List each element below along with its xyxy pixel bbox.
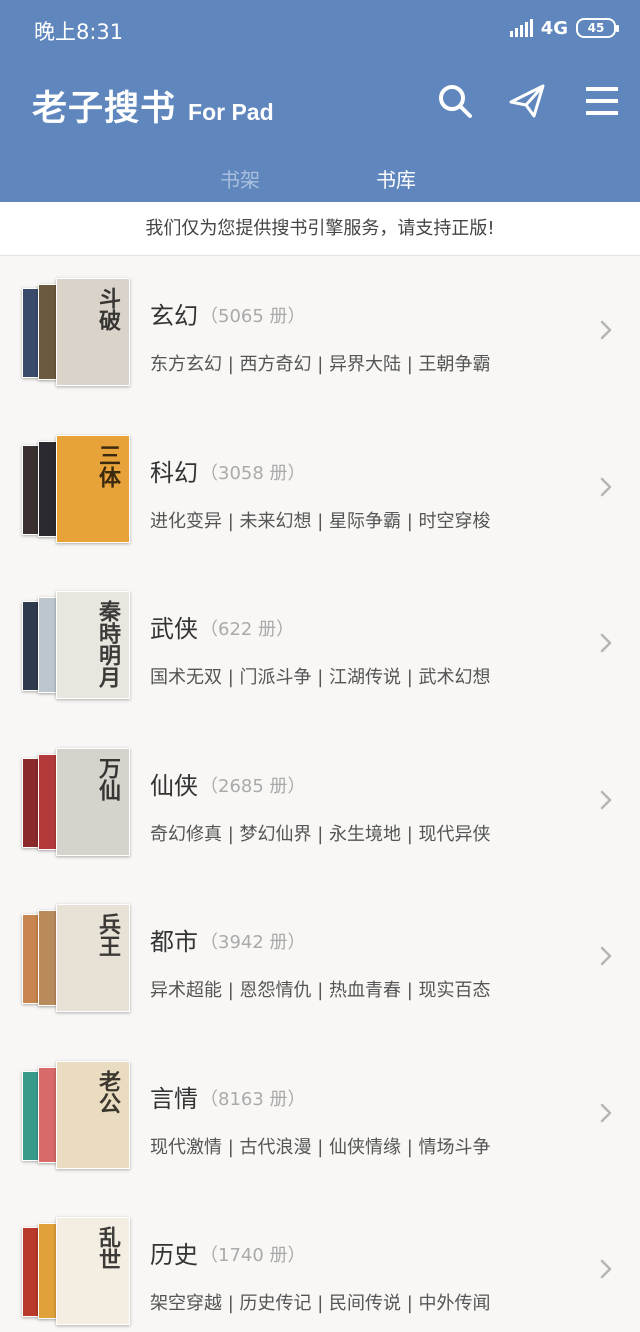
tab-library[interactable]: 书库 (376, 164, 416, 193)
category-name: 仙侠 (150, 771, 198, 800)
category-tags: 现代激情 | 古代浪漫 | 仙侠情缘 | 情场斗争 (150, 1136, 491, 1158)
category-item[interactable]: 秦時明月 武侠 （622 册） 国术无双 | 门派斗争 | 江湖传说 | 武术幻… (0, 569, 640, 726)
app-title: 老子搜书 For Pad (32, 80, 274, 131)
category-tags: 异术超能 | 恩怨情仇 | 热血青春 | 现实百态 (150, 980, 491, 1001)
book-covers: 秦時明月 (22, 591, 132, 699)
category-item[interactable]: 斗破 玄幻 （5065 册） 东方玄幻 | 西方奇幻 | 异界大陆 | 王朝争霸 (0, 256, 640, 413)
cover-title: 斗破 (95, 287, 120, 331)
book-covers: 斗破 (22, 278, 132, 386)
category-count: （622 册） (200, 619, 295, 640)
tab-bar: 书架 书库 (0, 160, 640, 196)
book-covers: 老公 (22, 1060, 132, 1169)
chevron-right-icon (600, 633, 612, 653)
category-count: （5065 册） (200, 306, 306, 327)
app-title-sub: For Pad (188, 99, 274, 125)
book-covers: 兵王 (22, 904, 132, 1012)
chevron-right-icon (600, 790, 612, 809)
book-covers: 万仙 (22, 747, 132, 856)
search-icon[interactable] (436, 82, 474, 120)
book-cover-front: 三体 (56, 434, 130, 543)
category-list: 斗破 玄幻 （5065 册） 东方玄幻 | 西方奇幻 | 异界大陆 | 王朝争霸… (0, 256, 640, 1332)
book-cover-front: 斗破 (56, 278, 130, 386)
category-tags: 国术无双 | 门派斗争 | 江湖传说 | 武术幻想 (150, 667, 491, 688)
support-notice: 我们仅为您提供搜书引擎服务，请支持正版! (0, 202, 640, 256)
category-count: （3942 册） (200, 932, 306, 953)
cover-title: 万仙 (95, 756, 120, 801)
category-count: （1740 册） (200, 1245, 306, 1266)
category-tags: 奇幻修真 | 梦幻仙界 | 永生境地 | 现代异侠 (150, 823, 491, 845)
status-bar: 晚上8:31 4G 45 (0, 0, 640, 58)
app-header: 晚上8:31 4G 45 老子搜书 For Pad 书架 书库 (0, 0, 640, 202)
menu-icon[interactable] (584, 82, 622, 120)
status-time: 晚上8:31 (34, 20, 124, 44)
chevron-right-icon (600, 1103, 612, 1122)
cover-title: 乱世 (95, 1226, 120, 1270)
category-count: （8163 册） (200, 1088, 306, 1110)
category-tags: 架空穿越 | 历史传记 | 民间传说 | 中外传闻 (150, 1293, 491, 1314)
category-name: 玄幻 (150, 302, 198, 330)
battery-icon: 45 (576, 18, 619, 38)
book-cover-front: 乱世 (56, 1217, 130, 1325)
cover-title: 兵王 (95, 913, 120, 957)
book-cover-front: 秦時明月 (56, 591, 130, 699)
book-covers: 三体 (22, 434, 132, 543)
book-covers: 乱世 (22, 1217, 132, 1325)
chevron-right-icon (600, 1259, 612, 1279)
category-tags: 进化变异 | 未来幻想 | 星际争霸 | 时空穿梭 (150, 510, 491, 532)
category-name: 科幻 (150, 458, 198, 487)
book-cover-front: 老公 (56, 1060, 130, 1169)
category-item[interactable]: 兵王 都市 （3942 册） 异术超能 | 恩怨情仇 | 热血青春 | 现实百态 (0, 882, 640, 1039)
cover-title: 三体 (95, 443, 120, 488)
cover-title: 老公 (95, 1069, 120, 1114)
book-cover-front: 万仙 (56, 747, 130, 856)
app-title-main: 老子搜书 (32, 89, 177, 129)
category-item[interactable]: 三体 科幻 （3058 册） 进化变异 | 未来幻想 | 星际争霸 | 时空穿梭 (0, 413, 640, 570)
category-name: 言情 (150, 1084, 198, 1113)
chevron-right-icon (600, 477, 612, 496)
send-icon[interactable] (508, 82, 546, 120)
chevron-right-icon (600, 946, 612, 966)
tab-bookshelf[interactable]: 书架 (220, 164, 260, 193)
category-name: 历史 (150, 1241, 198, 1269)
category-count: （2685 册） (200, 775, 306, 797)
signal-icon (509, 19, 533, 37)
book-cover-front: 兵王 (56, 904, 130, 1012)
status-indicators: 4G 45 (509, 16, 619, 40)
category-item[interactable]: 老公 言情 （8163 册） 现代激情 | 古代浪漫 | 仙侠情缘 | 情场斗争 (0, 1039, 640, 1196)
chevron-right-icon (600, 320, 612, 340)
category-name: 武侠 (150, 615, 198, 643)
category-count: （3058 册） (200, 462, 306, 484)
category-tags: 东方玄幻 | 西方奇幻 | 异界大陆 | 王朝争霸 (150, 354, 491, 375)
category-item[interactable]: 万仙 仙侠 （2685 册） 奇幻修真 | 梦幻仙界 | 永生境地 | 现代异侠 (0, 726, 640, 883)
category-name: 都市 (150, 928, 198, 956)
battery-level: 45 (587, 21, 605, 35)
cover-title: 秦時明月 (95, 600, 120, 688)
network-type: 4G (540, 17, 568, 39)
category-item[interactable]: 乱世 历史 （1740 册） 架空穿越 | 历史传记 | 民间传说 | 中外传闻 (0, 1195, 640, 1332)
